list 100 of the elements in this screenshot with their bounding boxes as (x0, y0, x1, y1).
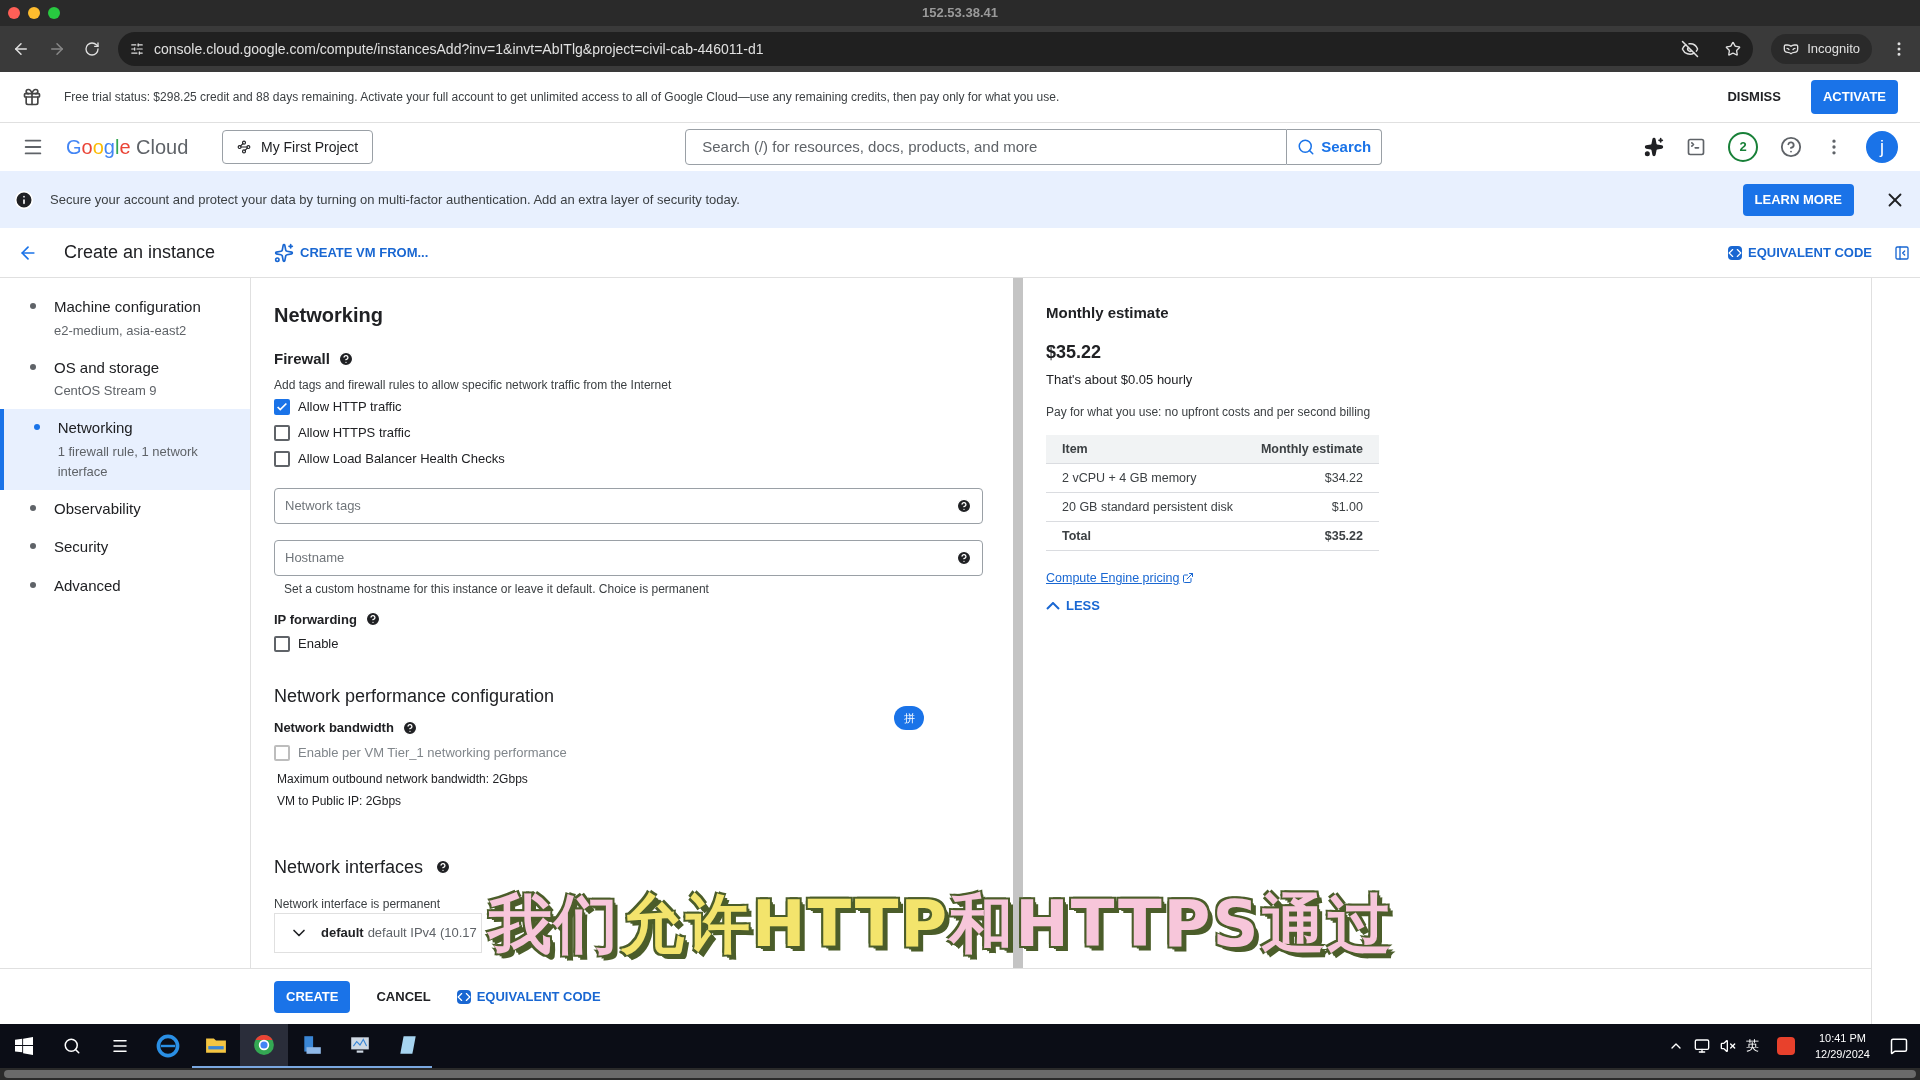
interface-row[interactable]: default default IPv4 (10.17 (274, 912, 482, 953)
muted-speaker-icon[interactable] (1719, 1038, 1736, 1054)
interface-name: default (321, 923, 364, 942)
checkbox-label: Enable per VM Tier_1 networking performance (298, 743, 567, 762)
scrollbar[interactable] (1013, 278, 1023, 968)
estimate-price: $35.22 (1046, 340, 1103, 364)
ime-tray-icon[interactable] (1776, 1037, 1795, 1055)
forward-icon[interactable] (48, 40, 66, 58)
ime-badge[interactable]: 拼 (894, 706, 924, 730)
reload-icon[interactable] (84, 41, 100, 57)
firewall-description: Add tags and firewall rules to allow specific network traffic from the Internet (274, 376, 673, 394)
checkbox-label: Allow Load Balancer Health Checks (298, 449, 505, 468)
checkbox-label: Allow HTTPS traffic (298, 423, 411, 442)
checkbox[interactable] (274, 424, 290, 441)
bookmark-icon[interactable] (1725, 41, 1742, 57)
sidebar-item-detail: e2-medium, asia-east2 (54, 321, 188, 340)
column-header: Item (1062, 440, 1088, 458)
sidebar-item-label: Advanced (54, 575, 121, 596)
equivalent-code-button[interactable]: EQUIVALENT CODE (456, 986, 601, 1007)
help-icon[interactable] (1780, 136, 1802, 158)
sidebar-item[interactable]: Networking 1 firewall rule, 1 network interface (0, 409, 250, 490)
incognito-chip[interactable]: Incognito (1771, 34, 1872, 64)
external-link-icon (1182, 572, 1195, 585)
sidebar-item[interactable]: OS and storage CentOS Stream 9 (0, 348, 250, 409)
column-header: Monthly estimate (1260, 440, 1363, 458)
clock-time: 10:41 PM (1818, 1031, 1866, 1046)
bullet-icon (30, 363, 36, 370)
section-heading: Network interfaces (274, 855, 424, 879)
pricing-link[interactable]: Compute Engine pricing (1046, 569, 1195, 588)
eye-off-icon[interactable] (1681, 40, 1700, 58)
input-field[interactable]: Network tags (274, 487, 983, 524)
notification-badge[interactable]: 2 (1728, 132, 1758, 162)
sidebar-item-detail: 1 firewall rule, 1 network interface (57, 442, 199, 481)
task-view-icon[interactable] (111, 1037, 129, 1055)
search-icon (1297, 138, 1316, 156)
bandwidth-heading: Network bandwidth (274, 719, 394, 737)
bullet-icon (30, 543, 36, 549)
network-icon[interactable] (1693, 1038, 1710, 1054)
bullet-icon (34, 424, 40, 430)
less-button[interactable]: LESS (1046, 595, 1100, 616)
input-field[interactable]: Hostname (274, 539, 983, 576)
checkbox-label: Enable (298, 635, 339, 654)
equivalent-code-button[interactable]: EQUIVALENT CODE (1728, 242, 1872, 263)
create-vm-from-button[interactable]: CREATE VM FROM... (274, 242, 429, 263)
sparkle-icon[interactable] (1644, 137, 1664, 157)
search-icon[interactable] (63, 1037, 81, 1055)
sidebar-item-label: Machine configuration (54, 297, 201, 317)
table-cell-text: 2 vCPU + 4 GB memory (1062, 469, 1197, 487)
interface-note: Network interface is permanent (274, 895, 442, 913)
avatar[interactable]: j (1866, 131, 1898, 163)
site-info-icon[interactable] (130, 42, 144, 56)
project-icon (237, 140, 251, 154)
scrollbar[interactable] (4, 1070, 1916, 1078)
back-icon[interactable] (12, 40, 30, 58)
checkbox[interactable] (274, 398, 290, 415)
bullet-icon (30, 504, 36, 511)
cancel-button[interactable]: CANCEL (368, 980, 439, 1013)
firewall-heading: Firewall (274, 349, 330, 369)
table-cell-text: Total (1062, 527, 1091, 545)
learn-more-button[interactable]: LEARN MORE (1742, 183, 1854, 216)
dismiss-button[interactable]: DISMISS (1719, 81, 1789, 113)
table-cell-text: $1.00 (1331, 498, 1363, 516)
hourly-estimate: That's about $0.05 hourly (1046, 370, 1194, 389)
project-picker[interactable]: My First Project (222, 130, 374, 164)
sidebar-item[interactable]: Machine configuration e2-medium, asia-east2 (0, 288, 250, 349)
input-language[interactable]: 英 (1745, 1036, 1759, 1056)
collapse-icon[interactable] (1894, 244, 1910, 261)
bullet-icon (30, 303, 36, 309)
checkbox[interactable] (274, 636, 290, 652)
info-icon (14, 189, 34, 210)
sidebar-item[interactable]: Security (0, 528, 250, 567)
page-title: Create an instance (64, 241, 217, 264)
gift-icon (22, 87, 42, 107)
checkbox[interactable] (274, 450, 290, 467)
search-button[interactable]: Search (1287, 129, 1383, 165)
sparkle-icon (274, 242, 294, 263)
notifications-icon[interactable] (1890, 1037, 1908, 1055)
sidebar-item-label: Observability (54, 498, 141, 519)
address-bar[interactable]: console.cloud.google.com/compute/instancesAdd?inv=1&invt=AbITlg&project=civil-cab-446011-d1 (118, 32, 1754, 66)
estimate-heading: Monthly estimate (1046, 303, 1170, 323)
sidebar-item-label: Security (54, 537, 109, 557)
checkbox-label: Allow HTTP traffic (298, 397, 402, 416)
bandwidth-info: Maximum outbound network bandwidth: 2Gbps (277, 770, 529, 788)
chevron-up-icon (1046, 601, 1060, 610)
chrome-icon[interactable] (240, 1024, 288, 1068)
google-cloud-logo[interactable]: Google Cloud (66, 132, 200, 162)
search-field[interactable]: Search (/) for resources, docs, products, and more (685, 129, 1288, 165)
section-title: Networking (274, 303, 384, 328)
sidebar-item[interactable]: Advanced (0, 566, 250, 605)
table-cell-text: $35.22 (1324, 527, 1363, 545)
trial-message: Free trial status: $298.25 credit and 88 days remaining. Activate your full account to get unlimited access to all of Google Cloud—use any remaining credits, then pay only for what you use. (64, 89, 1061, 106)
create-button[interactable]: CREATE (274, 980, 351, 1013)
terminal-icon[interactable] (1686, 137, 1706, 157)
sidebar-item[interactable]: Observability (0, 489, 250, 528)
video-subtitle: 我们允许HTTP和HTTPS通过 (488, 892, 1393, 956)
billing-note: Pay for what you use: no upfront costs and per second billing (1046, 404, 1372, 421)
activate-button[interactable]: ACTIVATE (1810, 80, 1898, 114)
sidebar-item-detail: CentOS Stream 9 (54, 382, 158, 400)
incognito-icon (1783, 41, 1800, 57)
ip-forwarding-heading: IP forwarding (274, 610, 357, 629)
